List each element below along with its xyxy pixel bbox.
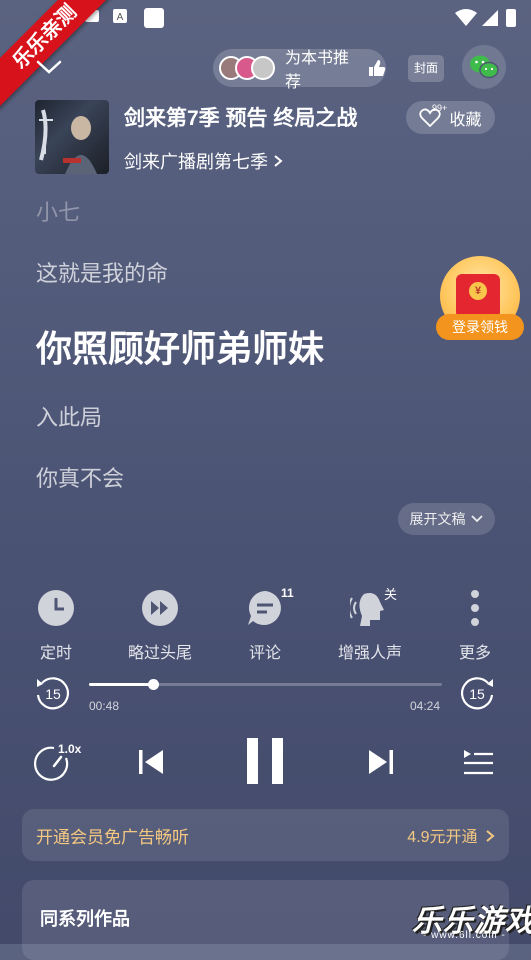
svg-text:A: A: [117, 12, 124, 23]
book-cover-art: [39, 109, 97, 174]
pause-icon: [247, 738, 283, 784]
collapse-button[interactable]: [34, 52, 64, 82]
red-packet-label: 登录领钱: [436, 314, 524, 340]
speed-value: 1.0x: [58, 742, 82, 756]
elapsed-time: 00:48: [89, 699, 120, 713]
progress-bar[interactable]: [89, 679, 442, 690]
expand-transcript-button[interactable]: 展开文稿: [398, 503, 495, 535]
forward-15-button[interactable]: 15: [460, 675, 496, 711]
previous-button[interactable]: [133, 745, 169, 779]
wechat-share-button[interactable]: [462, 45, 506, 89]
skip-next-icon: [369, 750, 393, 774]
skip-intro-outro-label: 略过头尾: [127, 645, 192, 662]
timer-label: 定时: [39, 645, 72, 662]
vip-price-link[interactable]: 4.9元开通: [407, 823, 495, 847]
cover-button[interactable]: 封面: [408, 55, 444, 82]
book-cover-image[interactable]: [35, 100, 109, 174]
avatar: [251, 56, 275, 80]
forward-icon: 15: [461, 677, 494, 710]
watermark-url: - www.6ll.com -: [423, 930, 506, 941]
rewind-icon: 15: [36, 677, 69, 710]
app-notification-icon: [144, 8, 164, 28]
voice-enhance-button[interactable]: 关 增强人声: [325, 587, 415, 663]
playlist-button[interactable]: [460, 745, 496, 779]
clock-icon: [38, 590, 74, 626]
progress-fill: [89, 683, 153, 686]
lyric-line-current: 你照顾好师弟师妹: [36, 328, 325, 369]
lyric-line-next: 你真不会: [36, 466, 125, 491]
series-link-label: 剑来广播剧第七季: [124, 152, 268, 172]
chevron-right-icon: [274, 155, 283, 167]
progress-knob[interactable]: [147, 679, 159, 690]
book-title: 剑来第7季 预告 终局之战: [124, 107, 358, 130]
red-packet-promo[interactable]: ¥ 登录领钱: [436, 256, 524, 344]
pause-button[interactable]: [240, 735, 290, 787]
voice-enhance-state: 关: [384, 587, 398, 602]
more-button[interactable]: 更多: [430, 588, 520, 663]
recommend-label: 为本书推荐: [285, 50, 350, 91]
comments-label: 评论: [248, 645, 281, 662]
chevron-down-icon: [470, 515, 483, 523]
favorite-count: 99+: [432, 103, 448, 113]
more-vertical-icon: [471, 590, 479, 626]
more-label: 更多: [458, 645, 491, 662]
expand-transcript-label: 展开文稿: [409, 511, 466, 527]
chevron-right-icon: [486, 830, 495, 842]
skip-previous-icon: [139, 750, 163, 774]
forward-seconds: 15: [469, 686, 485, 702]
skip-intro-outro-button[interactable]: 略过头尾: [115, 588, 205, 663]
thumbs-up-icon: [369, 60, 386, 76]
coin-icon: ¥: [469, 282, 487, 300]
rewind-15-button[interactable]: 15: [34, 675, 70, 711]
chevron-down-icon: [36, 60, 62, 74]
vip-ad-free-banner[interactable]: 开通会员免广告畅听 4.9元开通: [22, 809, 509, 861]
vip-price-label: 4.9元开通: [407, 829, 478, 846]
comments-button[interactable]: 11 评论: [220, 586, 310, 663]
comments-count: 11: [281, 586, 294, 600]
battery-icon: [506, 9, 516, 27]
lyric-line-prev-faded: 小七: [36, 200, 81, 225]
wifi-icon: [455, 9, 477, 26]
voice-enhance-label: 增强人声: [337, 645, 402, 662]
a-icon: A: [113, 9, 127, 23]
playlist-icon: [464, 750, 493, 775]
recommend-button[interactable]: 为本书推荐: [213, 49, 386, 91]
next-button[interactable]: [363, 745, 399, 779]
same-series-heading: 同系列作品: [40, 909, 130, 929]
fast-forward-icon: [142, 590, 178, 626]
favorite-label: 收藏: [449, 111, 482, 129]
comment-icon: [248, 591, 281, 625]
rewind-seconds: 15: [45, 686, 61, 702]
total-time: 04:24: [410, 699, 441, 713]
playback-speed-button[interactable]: 1.0x: [34, 740, 90, 784]
signal-icon: [482, 10, 498, 26]
recommender-avatars: [219, 56, 275, 80]
lyric-line-prev: 这就是我的命: [36, 261, 169, 286]
wechat-icon: [470, 55, 499, 79]
vip-banner-text: 开通会员免广告畅听: [36, 827, 189, 847]
timer-button[interactable]: 定时: [11, 588, 101, 663]
favorite-button[interactable]: 99+ 收藏: [406, 101, 495, 134]
lyric-line-next: 入此局: [36, 405, 103, 430]
series-link[interactable]: 剑来广播剧第七季: [124, 148, 283, 174]
